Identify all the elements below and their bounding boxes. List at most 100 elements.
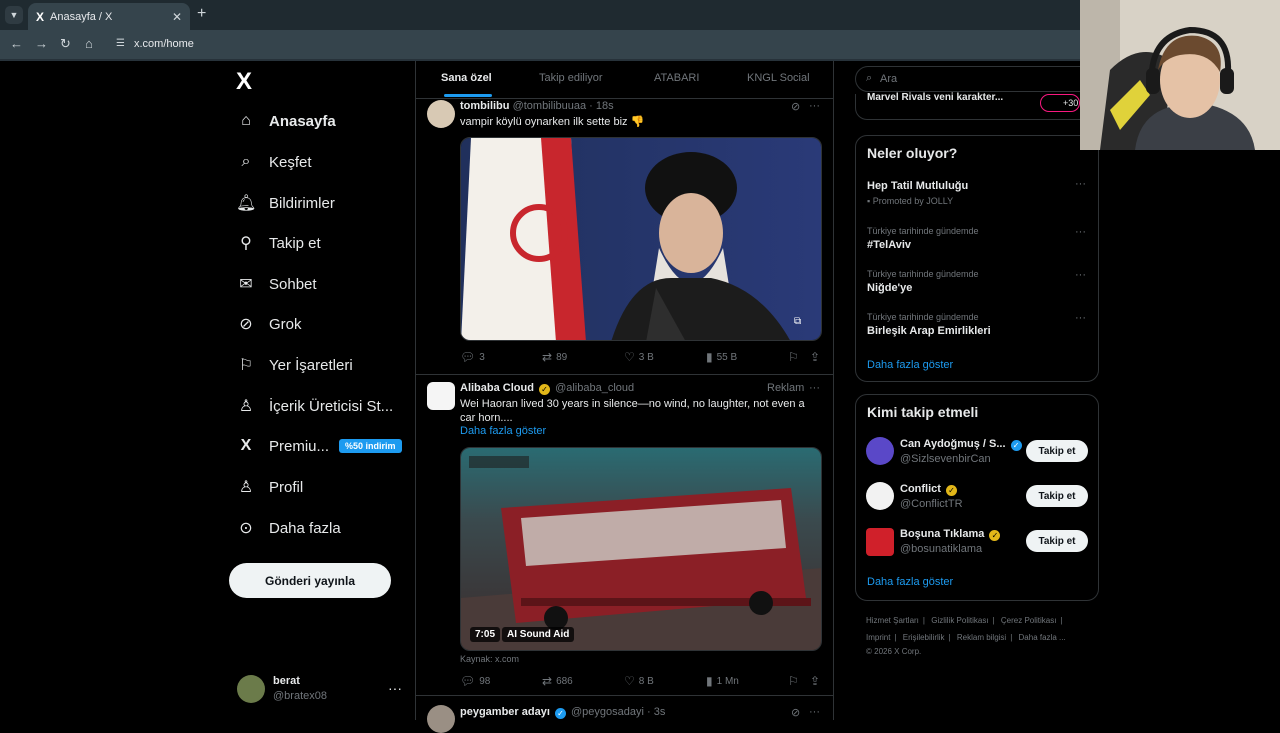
reload-icon[interactable]: ↻ (60, 36, 71, 52)
grok-icon[interactable]: ⊘ (791, 706, 800, 719)
nav-item-grok[interactable]: ⊘ Grok (236, 309, 301, 339)
tweet-author-handle[interactable]: @alibaba_cloud (555, 382, 634, 394)
follow-button[interactable]: Takip et (1026, 530, 1088, 552)
trend-name[interactable]: Hep Tatil Mutluluğu (867, 180, 968, 192)
trend-name[interactable]: #TelAviv (867, 239, 911, 251)
search-input[interactable]: Ara (880, 73, 897, 85)
trend-more-icon[interactable]: ··· (1075, 178, 1086, 190)
envelope-icon: ✉ (239, 276, 253, 293)
follow-handle[interactable]: @SizlsevenbirCan (900, 453, 991, 465)
follow-handle[interactable]: @bosunatiklama (900, 543, 982, 555)
tab-following[interactable]: Takip ediliyor (539, 72, 603, 84)
bookmark-button[interactable]: ⚐ (788, 674, 803, 688)
nav-item-home[interactable]: ⌂ Anasayfa (236, 106, 336, 136)
follow-handle[interactable]: @ConflictTR (900, 498, 963, 510)
reply-button[interactable]: 💬︎ 98 (460, 674, 490, 688)
nav-item-premium[interactable]: X Premiu... %50 indirim (236, 431, 402, 461)
avatar[interactable] (866, 482, 894, 510)
browser-tab[interactable]: X Anasayfa / X ✕ (28, 3, 190, 30)
tweet-time[interactable]: · 3s (647, 706, 665, 718)
tweet-more-icon[interactable]: ··· (809, 706, 820, 718)
tweet-more-icon[interactable]: ··· (809, 382, 820, 394)
trend-more-icon[interactable]: ··· (1075, 269, 1086, 281)
nav-item-notifications[interactable]: 🔔︎ Bildirimler (236, 188, 335, 218)
like-button[interactable]: ♡ 3 B (624, 350, 654, 364)
retweet-button[interactable]: ⇄ 89 (542, 350, 567, 364)
tweet-author-name[interactable]: Alibaba Cloud (460, 382, 534, 394)
trend-name[interactable]: Birleşik Arap Emirlikleri (867, 325, 991, 337)
nav-item-profile[interactable]: ♙ Profil (236, 472, 303, 502)
nav-item-chat[interactable]: ✉ Sohbet (236, 269, 316, 299)
tab-kngl-social[interactable]: KNGL Social (747, 72, 810, 84)
footer-link-privacy[interactable]: Gizlilik Politikası (931, 616, 988, 625)
retweet-button[interactable]: ⇄ 686 (542, 674, 573, 688)
tweet-video[interactable] (460, 447, 822, 651)
follow-button[interactable]: Takip et (1026, 485, 1088, 507)
post-button[interactable]: Gönderi yayınla (229, 563, 391, 598)
avatar[interactable] (866, 528, 894, 556)
site-info-icon[interactable]: ☰ (116, 38, 125, 49)
tweet-author-name[interactable]: tombilibu (460, 100, 510, 112)
follow-name[interactable]: Boşuna Tıklama ✓ (900, 528, 1002, 541)
search-box[interactable]: ⌕ Ara (855, 66, 1095, 92)
x-logo-icon[interactable]: X (236, 68, 252, 96)
grok-icon[interactable]: ⊘ (791, 100, 800, 113)
new-tab-icon[interactable]: + (197, 5, 206, 23)
tab-close-icon[interactable]: ✕ (172, 10, 182, 24)
footer-link-more[interactable]: Daha fazla ... (1019, 633, 1066, 642)
trend-more-icon[interactable]: ··· (1075, 312, 1086, 324)
bookmark-button[interactable]: ⚐ (788, 350, 803, 364)
tweet-time[interactable]: · 18s (589, 100, 613, 112)
follow-name[interactable]: Can Aydoğmuş / S... ✓ (900, 438, 1024, 451)
retweet-icon: ⇄ (542, 674, 553, 688)
trend-name[interactable]: Niğde'ye (867, 282, 912, 294)
nav-item-bookmarks[interactable]: ⚐ Yer İşaretleri (236, 350, 353, 380)
tweet-author-handle[interactable]: @tombilibuuaa (513, 100, 587, 112)
account-handle[interactable]: @bratex08 (273, 690, 327, 702)
account-name[interactable]: berat (273, 675, 300, 687)
views-button[interactable]: ▮ 1 Mn (706, 674, 739, 688)
reply-button[interactable]: 💬︎ 3 (460, 350, 485, 364)
tweet-more-icon[interactable]: ··· (809, 100, 820, 112)
back-icon[interactable]: ← (10, 36, 23, 51)
media-tag-icon[interactable]: ⧉ (794, 316, 801, 327)
tweet-author-handle[interactable]: @peygosadayi (571, 706, 644, 718)
tweet-author-name[interactable]: peygamber adayı (460, 706, 550, 718)
share-button[interactable]: ⇪ (810, 350, 824, 364)
follow-button[interactable]: Takip et (1026, 440, 1088, 462)
nav-item-creator-studio[interactable]: ♙ İçerik Üreticisi St... (236, 391, 393, 421)
tab-search-dropdown-icon[interactable]: ▼ (5, 6, 23, 24)
nav-item-explore[interactable]: ⌕ Keşfet (236, 147, 312, 177)
tab-atabari[interactable]: ATABARI (654, 72, 699, 84)
footer-link-ads-info[interactable]: Reklam bilgisi (957, 633, 1006, 642)
follow-show-more-link[interactable]: Daha fazla göster (867, 576, 953, 588)
nav-label: Yer İşaretleri (269, 356, 353, 374)
trends-title: Neler oluyor? (867, 145, 958, 161)
nav-item-more[interactable]: ⊙ Daha fazla (236, 513, 340, 543)
views-icon: ▮ (706, 350, 713, 364)
source-label[interactable]: Kaynak: x.com (460, 654, 519, 664)
like-button[interactable]: ♡ 8 B (624, 674, 654, 688)
show-more-link[interactable]: Daha fazla göster (460, 425, 546, 437)
trend-more-icon[interactable]: ··· (1075, 226, 1086, 238)
home-browser-icon[interactable]: ⌂ (85, 36, 93, 51)
footer-link-terms[interactable]: Hizmet Şartları (866, 616, 919, 625)
footer-link-imprint[interactable]: Imprint (866, 633, 890, 642)
footer-link-accessibility[interactable]: Erişilebilirlik (903, 633, 945, 642)
trends-show-more-link[interactable]: Daha fazla göster (867, 359, 953, 371)
avatar[interactable] (866, 437, 894, 465)
tweet-image[interactable] (460, 137, 822, 341)
avatar[interactable] (237, 675, 265, 703)
follow-name[interactable]: Conflict ✓ (900, 483, 959, 496)
views-button[interactable]: ▮ 55 B (706, 350, 737, 364)
avatar[interactable] (427, 382, 455, 410)
avatar[interactable] (427, 100, 455, 128)
account-more-icon[interactable]: ··· (388, 680, 402, 696)
address-bar[interactable]: x.com/home (134, 38, 194, 50)
footer-link-cookies[interactable]: Çerez Politikası (1001, 616, 1057, 625)
forward-icon[interactable]: → (35, 36, 48, 51)
nav-item-follow[interactable]: ⚲ Takip et (236, 228, 321, 258)
tab-for-you[interactable]: Sana özel (441, 72, 492, 84)
avatar[interactable] (427, 705, 455, 733)
share-button[interactable]: ⇪ (810, 674, 824, 688)
